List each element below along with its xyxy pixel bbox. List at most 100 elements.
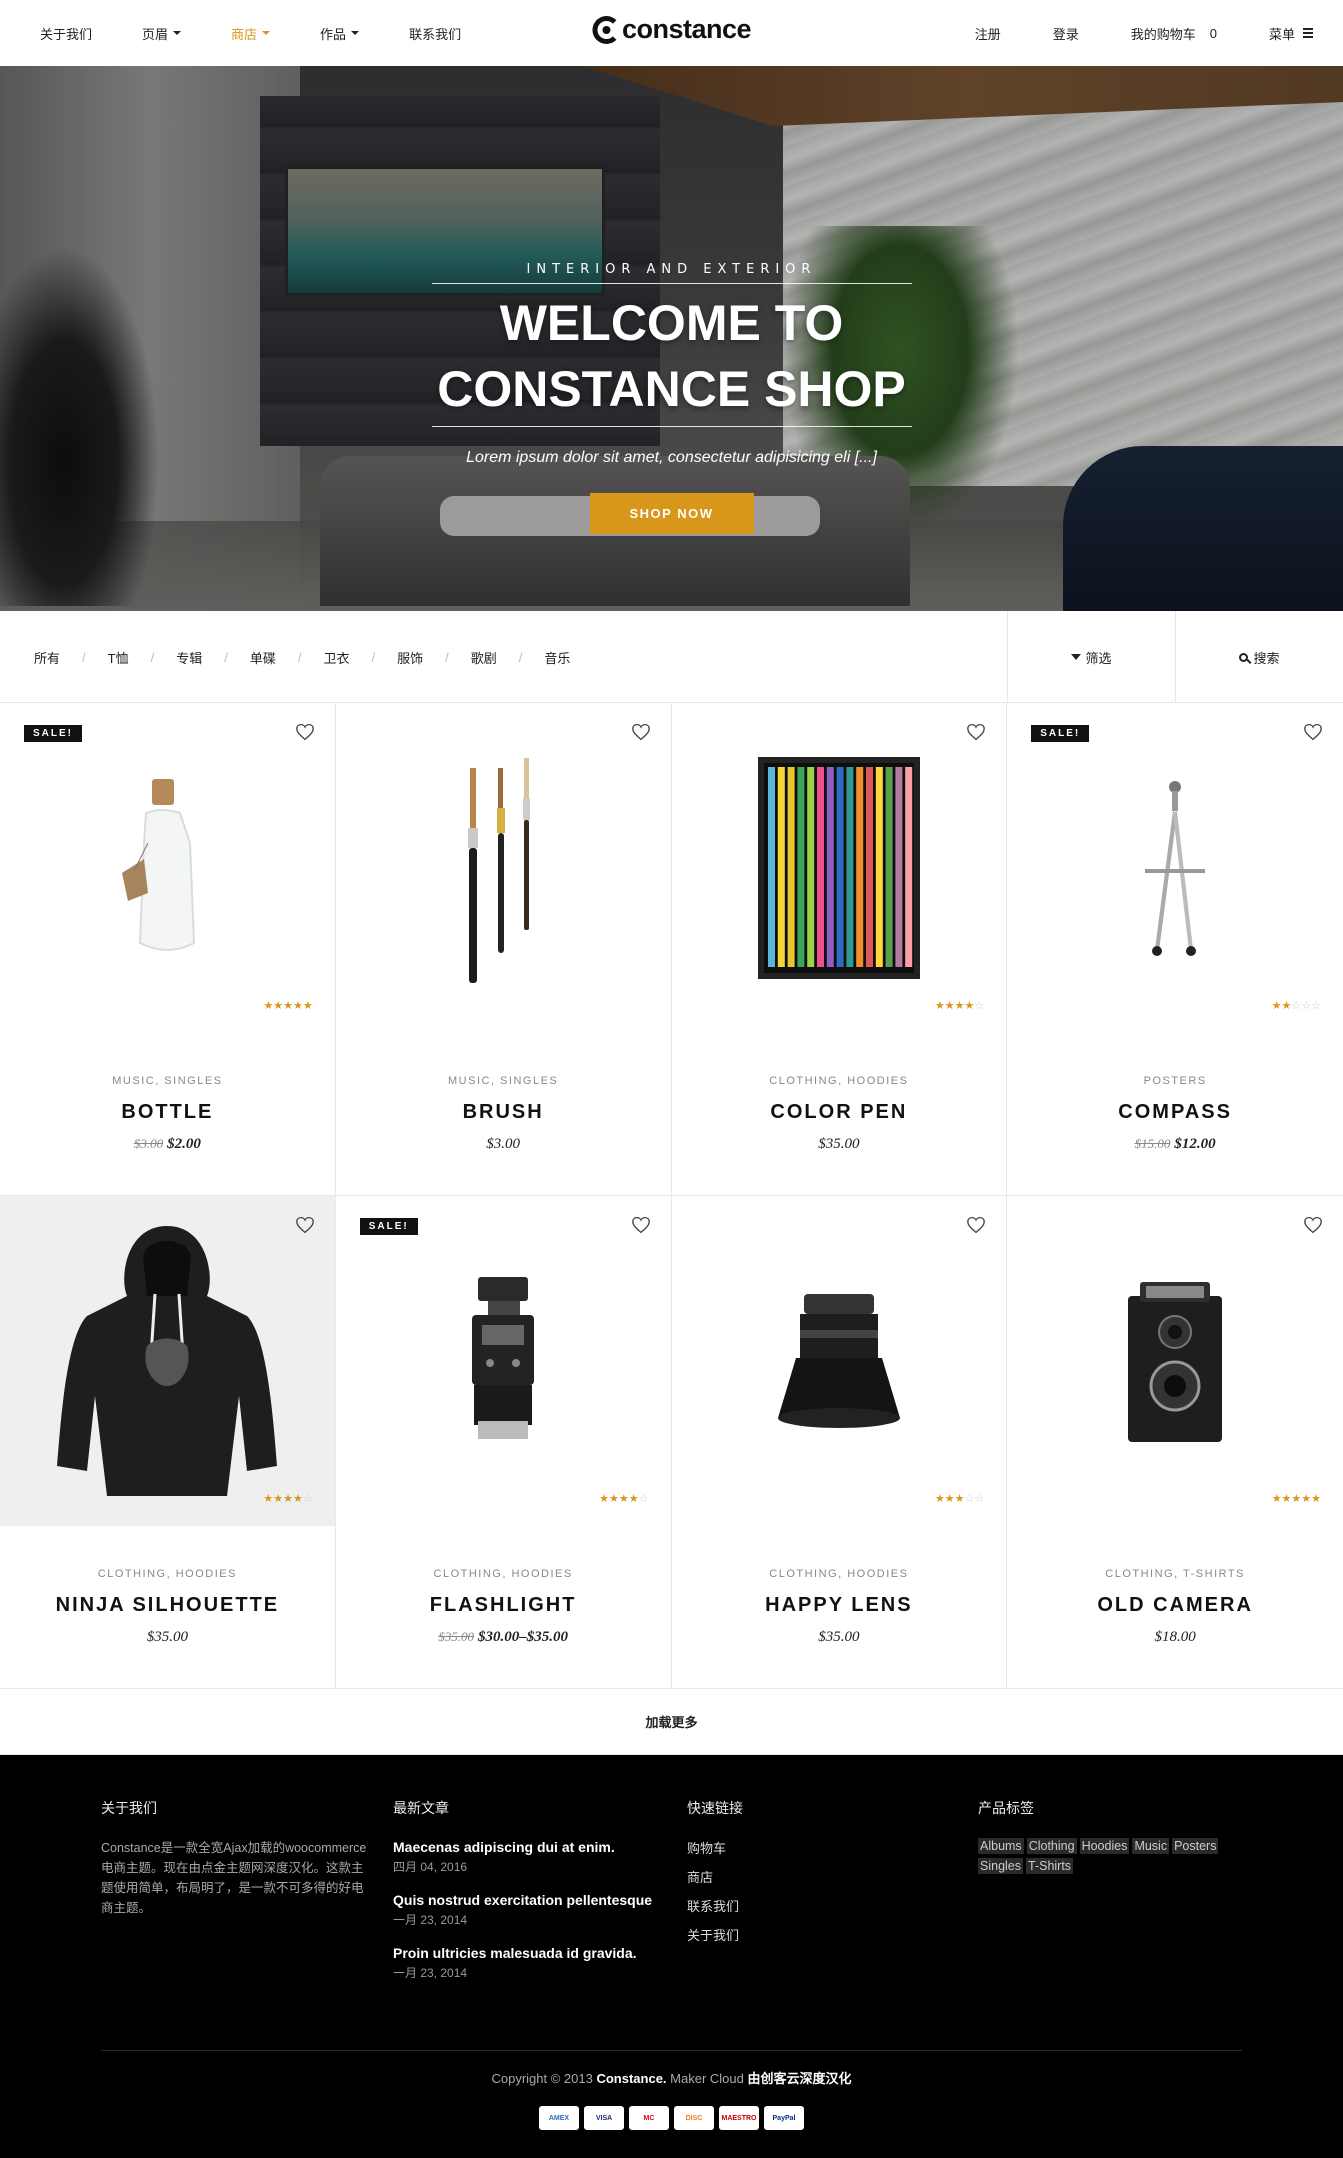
heart-icon[interactable]: [966, 1216, 986, 1234]
hero-content: INTERIOR AND EXTERIOR WELCOME TO CONSTAN…: [0, 262, 1343, 534]
star-rating: ★★★★☆: [263, 1493, 313, 1505]
product-categories[interactable]: MUSIC, SINGLES: [336, 1075, 671, 1087]
copyright-translator-link[interactable]: 由创客云深度汉化: [748, 2071, 852, 2086]
heart-icon[interactable]: [631, 1216, 651, 1234]
category-filter-item[interactable]: 卫衣: [324, 648, 350, 667]
product-categories[interactable]: CLOTHING, HOODIES: [0, 1568, 335, 1580]
product-categories[interactable]: CLOTHING, HOODIES: [336, 1568, 671, 1580]
product-tag[interactable]: Clothing: [1026, 1838, 1077, 1854]
product-name[interactable]: BOTTLE: [0, 1101, 335, 1124]
product-card[interactable]: MUSIC, SINGLES BRUSH $3.00: [335, 703, 672, 1196]
regular-price: $18.00: [1154, 1629, 1196, 1645]
footer-post: Quis nostrud exercitation pellentesque 一月…: [393, 1891, 663, 1928]
post-title-link[interactable]: Quis nostrud exercitation pellentesque: [393, 1891, 663, 1909]
product-tag[interactable]: Singles: [978, 1858, 1023, 1874]
brush-image[interactable]: [336, 703, 671, 1033]
product-name[interactable]: COMPASS: [1007, 1101, 1343, 1124]
divider: [431, 283, 912, 284]
product-tag[interactable]: Posters: [1172, 1838, 1219, 1854]
search-button[interactable]: 搜索: [1175, 611, 1343, 703]
color-pens-image[interactable]: [672, 703, 1007, 1033]
product-name[interactable]: COLOR PEN: [672, 1101, 1007, 1124]
post-title-link[interactable]: Proin ultricies malesuada id gravida.: [393, 1944, 663, 1962]
product-card[interactable]: SALE! ★★★★★ MUSIC, SINGLES BOTTLE $3.00 $2.00: [0, 703, 336, 1196]
product-name[interactable]: OLD CAMERA: [1007, 1594, 1343, 1617]
category-filter-item[interactable]: 音乐: [544, 648, 570, 667]
menu-button[interactable]: 菜单: [1269, 24, 1313, 43]
product-tag[interactable]: Music: [1132, 1838, 1170, 1854]
product-card[interactable]: ★★★★☆ CLOTHING, HOODIES NINJA SILHOUETTE $3…: [0, 1196, 336, 1689]
regular-price: $35.00: [146, 1629, 188, 1645]
product-tag[interactable]: Albums: [978, 1838, 1024, 1854]
product-categories[interactable]: MUSIC, SINGLES: [0, 1075, 335, 1087]
product-price: $35.00: [672, 1629, 1007, 1646]
main-nav: 关于我们 页眉 商店 作品 联系我们: [40, 0, 511, 66]
compass-image[interactable]: [1007, 703, 1343, 1033]
product-categories[interactable]: CLOTHING, HOODIES: [672, 1075, 1007, 1087]
product-card[interactable]: ★★★☆☆ CLOTHING, HOODIES HAPPY LENS $35.00: [671, 1196, 1008, 1689]
site-logo[interactable]: constance: [591, 14, 752, 45]
cart-link[interactable]: 我的购物车 0: [1131, 24, 1217, 43]
filter-button[interactable]: 筛选: [1007, 611, 1175, 703]
nav-item-headers[interactable]: 页眉: [142, 24, 182, 43]
heart-icon[interactable]: [966, 723, 986, 741]
register-link[interactable]: 注册: [975, 24, 1001, 43]
category-filter-item[interactable]: 歌剧: [471, 648, 497, 667]
sale-price: $12.00: [1174, 1136, 1216, 1152]
shop-now-button[interactable]: SHOP NOW: [589, 493, 754, 534]
heart-icon[interactable]: [295, 723, 315, 741]
flash-image[interactable]: [336, 1196, 671, 1526]
camera-image[interactable]: [1007, 1196, 1343, 1526]
product-name[interactable]: BRUSH: [336, 1101, 671, 1124]
nav-item-about[interactable]: 关于我们: [40, 24, 92, 43]
bottle-image[interactable]: [0, 703, 335, 1033]
footer-post: Proin ultricies malesuada id gravida. 一月 …: [393, 1944, 663, 1981]
product-card[interactable]: ★★★★★ CLOTHING, T-SHIRTS OLD CAMERA $18.00: [1007, 1196, 1343, 1689]
heart-icon[interactable]: [631, 723, 651, 741]
nav-item-works[interactable]: 作品: [320, 24, 360, 43]
product-card[interactable]: SALE! ★★☆☆☆ POSTERS COMPASS $15.00 $12.00: [1007, 703, 1343, 1196]
footer-quick-link[interactable]: 关于我们: [687, 1925, 743, 1944]
product-price: $15.00 $12.00: [1007, 1136, 1343, 1153]
category-separator: /: [150, 649, 155, 665]
product-name[interactable]: HAPPY LENS: [672, 1594, 1007, 1617]
category-filter-item[interactable]: 所有: [34, 648, 60, 667]
post-title-link[interactable]: Maecenas adipiscing dui at enim.: [393, 1838, 663, 1856]
product-categories[interactable]: CLOTHING, HOODIES: [672, 1568, 1007, 1580]
footer-about-title: 关于我们: [101, 1800, 157, 1816]
category-filter-item[interactable]: 单碟: [250, 648, 276, 667]
footer-quick-link[interactable]: 商店: [687, 1867, 743, 1886]
category-filter-item[interactable]: 服饰: [397, 648, 423, 667]
hero-slider: INTERIOR AND EXTERIOR WELCOME TO CONSTAN…: [0, 66, 1343, 611]
chevron-down-icon: [173, 31, 182, 35]
hoodie-image[interactable]: [0, 1196, 335, 1526]
copyright-brand-link[interactable]: Constance.: [596, 2071, 666, 2086]
lens-image[interactable]: [672, 1196, 1007, 1526]
category-filter-item[interactable]: T恤: [108, 648, 129, 667]
nav-item-shop[interactable]: 商店: [231, 24, 271, 43]
login-link[interactable]: 登录: [1053, 24, 1079, 43]
product-name[interactable]: FLASHLIGHT: [336, 1594, 671, 1617]
footer-quick-link[interactable]: 联系我们: [687, 1896, 743, 1915]
nav-item-contact[interactable]: 联系我们: [409, 24, 461, 43]
product-categories[interactable]: POSTERS: [1007, 1075, 1343, 1087]
category-filter-item[interactable]: 专辑: [176, 648, 202, 667]
product-tag[interactable]: T-Shirts: [1026, 1858, 1074, 1874]
chevron-down-icon: [351, 31, 360, 35]
star-rating: ★★★★☆: [934, 1000, 985, 1012]
star-rating: ★★★★★: [263, 1000, 313, 1012]
category-separator: /: [445, 649, 449, 665]
product-price: $18.00: [1007, 1629, 1343, 1646]
heart-icon[interactable]: [1303, 1216, 1323, 1234]
product-name[interactable]: NINJA SILHOUETTE: [0, 1594, 335, 1617]
product-tag[interactable]: Hoodies: [1079, 1838, 1130, 1854]
heart-icon[interactable]: [1303, 723, 1323, 741]
category-separator: /: [371, 649, 376, 665]
load-more-button[interactable]: 加载更多: [0, 1689, 1343, 1755]
heart-icon[interactable]: [295, 1216, 315, 1234]
footer-quick-link[interactable]: 购物车: [687, 1838, 743, 1857]
product-categories[interactable]: CLOTHING, T-SHIRTS: [1007, 1568, 1343, 1580]
product-card[interactable]: SALE! ★★★★☆ CLOTHING, HOODIES FLASHLIGHT $35…: [335, 1196, 672, 1689]
product-card[interactable]: ★★★★☆ CLOTHING, HOODIES COLOR PEN $35.00: [671, 703, 1008, 1196]
footer-posts-title: 最新文章: [393, 1800, 449, 1816]
